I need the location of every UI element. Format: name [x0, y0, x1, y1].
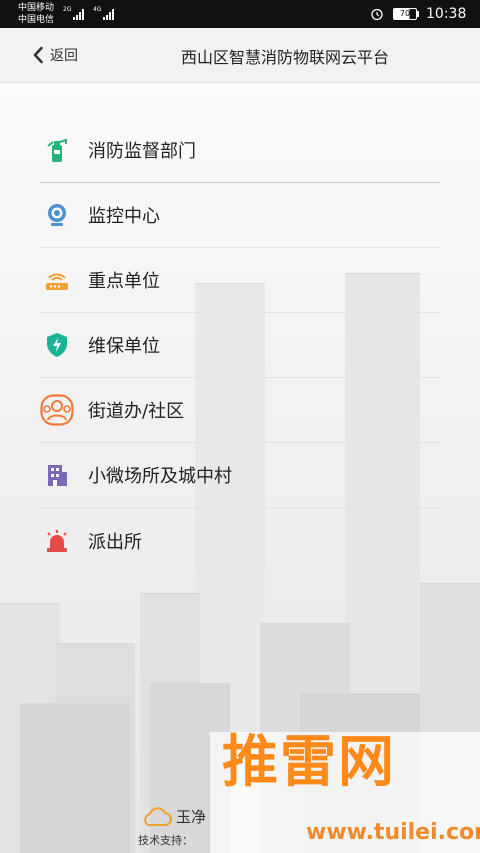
carrier-info: 中国移动 中国电信	[18, 2, 54, 26]
network-1-label: 2G	[63, 6, 72, 13]
community-people-icon	[40, 393, 74, 427]
menu-item-label: 监控中心	[88, 206, 160, 227]
fire-extinguisher-icon	[40, 133, 74, 167]
menu-item-label: 小微场所及城中村	[88, 466, 232, 487]
menu-item-label: 派出所	[88, 531, 142, 553]
watermark-logo: 推雷网	[222, 730, 396, 795]
battery-tip	[417, 11, 419, 17]
signal-2-icon	[103, 8, 117, 20]
clock-time: 10:38	[426, 6, 467, 22]
carrier-2-label: 中国电信	[18, 15, 55, 25]
status-bar: 中国移动 中国电信 2G 4G 70 10:38	[0, 0, 480, 28]
router-icon	[40, 263, 74, 297]
menu-item-key-units[interactable]: 重点单位	[40, 248, 440, 313]
signal-1-icon	[73, 8, 87, 20]
tech-support-label: 技术支持：	[138, 834, 193, 847]
police-siren-icon	[40, 524, 74, 558]
cloud-icon	[144, 806, 172, 826]
app-header: 返回 西山区智慧消防物联网云平台	[0, 28, 480, 83]
watermark-url: www.tuilei.com	[306, 820, 480, 845]
network-2-label: 4G	[93, 6, 102, 13]
footer-brand-text: 玉净	[176, 808, 207, 826]
shield-bolt-icon	[40, 328, 74, 362]
menu-item-maintenance-units[interactable]: 维保单位	[40, 313, 440, 378]
back-button[interactable]: 返回	[32, 42, 78, 68]
menu-item-street-community[interactable]: 街道办/社区	[40, 378, 440, 443]
menu-item-police-station[interactable]: 派出所	[40, 508, 440, 573]
menu-item-label: 消防监督部门	[88, 141, 196, 162]
menu-item-small-venues[interactable]: 小微场所及城中村	[40, 443, 440, 508]
department-menu: 消防监督部门 监控中心 重点单位 维保单位 街道办/社区 小微场所及城中村 派出…	[40, 118, 440, 573]
battery-icon: 70	[393, 8, 417, 20]
menu-item-label: 维保单位	[88, 336, 160, 357]
chevron-left-icon	[33, 46, 43, 64]
menu-item-label: 街道办/社区	[88, 401, 185, 422]
menu-item-fire-supervision[interactable]: 消防监督部门	[40, 118, 440, 183]
webcam-icon	[40, 198, 74, 232]
menu-item-label: 重点单位	[88, 271, 160, 292]
menu-item-monitoring-center[interactable]: 监控中心	[40, 183, 440, 248]
alarm-clock-icon	[371, 8, 383, 21]
carrier-1-label: 中国移动	[18, 3, 55, 13]
footer-brand: 玉净	[140, 806, 206, 827]
building-icon	[40, 458, 74, 492]
page-title: 西山区智慧消防物联网云平台	[180, 48, 389, 67]
back-label: 返回	[50, 48, 78, 64]
